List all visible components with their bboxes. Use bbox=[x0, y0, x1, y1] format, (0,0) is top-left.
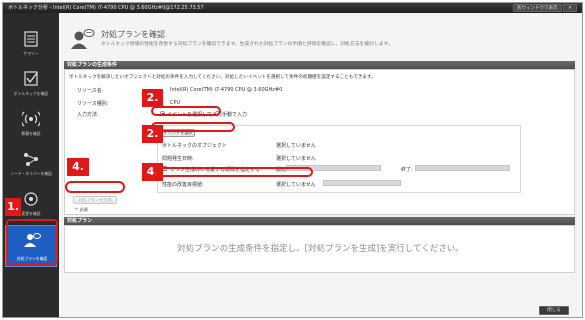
bottleneck-object-value: 選択していません bbox=[276, 143, 316, 149]
end-label: 終了: bbox=[401, 167, 413, 173]
separate-window-button[interactable]: 別ウィンドウで表示 bbox=[513, 4, 562, 12]
compare-icon bbox=[24, 192, 38, 206]
conditions-section-header: 対処プランの生成条件 bbox=[64, 61, 575, 69]
sidebar-item-bottleneck[interactable]: ボトルネックを確認 bbox=[5, 65, 57, 103]
callout-highlight-perf-target bbox=[155, 167, 313, 177]
main-content: 対処プランを確認 ボトルネック現場の性能を改善する対処プランを確認できます。生成… bbox=[59, 13, 582, 317]
close-window-button[interactable]: ✕ bbox=[563, 4, 577, 12]
required-note: *: 必須 bbox=[75, 207, 88, 212]
bottleneck-object-label: ボトルネックのオブジェクト bbox=[162, 143, 228, 149]
radio-manual-label: 手動で入力 bbox=[222, 112, 248, 118]
callout-step2a: 2. bbox=[142, 89, 163, 107]
perf-target-value: 選択していません bbox=[276, 182, 316, 188]
page-title: 対処プランを確認 bbox=[101, 30, 165, 39]
sidebar-item-summary[interactable]: サマリー bbox=[5, 25, 57, 63]
window-title: ボトルネック分析 - Intel(R) Core(TM) i7-4790 CPU… bbox=[8, 5, 204, 11]
event-input-box: イベントを選択 ボトルネックのオブジェクト 選択していません 問題発生日時: 選… bbox=[157, 125, 521, 193]
resource-type-label: リソース種別: bbox=[77, 101, 109, 107]
user-plan-icon bbox=[71, 29, 95, 49]
problem-time-label: 問題発生日時: bbox=[162, 156, 194, 162]
conditions-instruction: ボトルネックを解決したいオブジェクトと対処の条件を入力してください。対処したいイ… bbox=[69, 75, 376, 80]
callout-highlight-generate bbox=[65, 181, 125, 193]
plans-panel: 対処プランの生成条件を指定し、[対処プランを生成]を実行してください。 bbox=[64, 225, 575, 273]
sidebar-item-label: ボトルネックを確認 bbox=[13, 91, 49, 96]
sidebar-item-impact[interactable]: 影響を確認 bbox=[5, 105, 57, 143]
plans-section-header: 対処プラン bbox=[64, 217, 575, 225]
sidebar-item-neighbor[interactable]: ノード・ネイバーを確認 bbox=[5, 145, 57, 183]
sidebar: サマリー ボトルネックを確認 影響を確認 ノード・ネイバーを確認 変更を確認 対… bbox=[3, 13, 59, 317]
checkbox-icon bbox=[24, 71, 38, 86]
close-button[interactable]: 閉じる bbox=[539, 306, 569, 315]
sidebar-item-label: サマリー bbox=[23, 51, 39, 56]
resource-name-label: リソース名: bbox=[77, 88, 104, 94]
resource-name-value: Intel(R) Core(TM) i7-4790 CPU @ 3.60GHz#… bbox=[170, 87, 283, 93]
end-date-input[interactable] bbox=[415, 165, 510, 171]
callout-highlight-radio bbox=[151, 106, 221, 116]
sidebar-item-label: ノード・ネイバーを確認 bbox=[10, 171, 52, 176]
callout-highlight-select-event bbox=[151, 122, 235, 132]
signal-icon bbox=[22, 111, 40, 127]
network-icon bbox=[24, 153, 38, 166]
app-window: ボトルネック分析 - Intel(R) Core(TM) i7-4790 CPU… bbox=[2, 2, 583, 318]
sidebar-item-label: 影響を確認 bbox=[21, 131, 41, 136]
problem-time-value: 選択していません bbox=[276, 156, 316, 162]
callout-highlight-sidebar bbox=[6, 219, 58, 265]
conditions-panel: ボトルネックを解決したいオブジェクトと対処の条件を入力してください。対処したいイ… bbox=[64, 69, 575, 215]
generate-plan-button[interactable]: 対処プランを生成 bbox=[73, 196, 117, 204]
callout-step1: 1. bbox=[5, 198, 21, 216]
title-bar: ボトルネック分析 - Intel(R) Core(TM) i7-4790 CPU… bbox=[3, 3, 582, 13]
perf-target-input[interactable] bbox=[323, 180, 401, 186]
callout-step4a: 4. bbox=[67, 158, 89, 176]
plans-empty-message: 対処プランの生成条件を指定し、[対処プランを生成]を実行してください。 bbox=[177, 244, 464, 254]
perf-target-label: 性能の改善目標値: bbox=[162, 182, 204, 188]
page-description: ボトルネック現場の性能を改善する対処プランを確認できます。生成された対処プランの… bbox=[101, 42, 393, 47]
list-icon bbox=[24, 31, 38, 47]
input-method-label: 入力方法: bbox=[77, 112, 99, 118]
